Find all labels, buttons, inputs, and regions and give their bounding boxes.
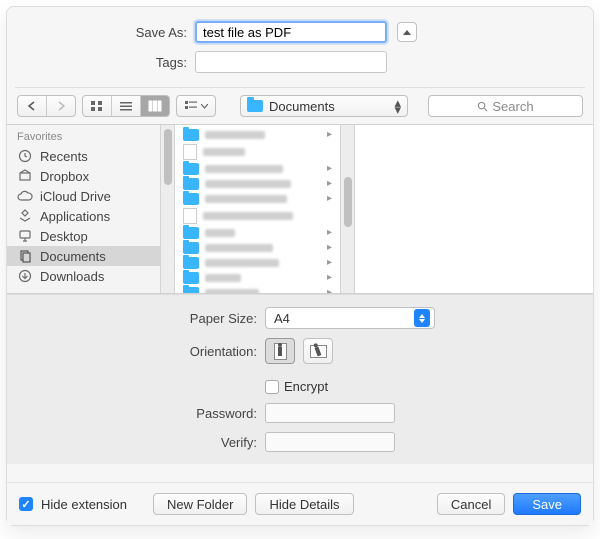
column-1: ▸ ▸ ▸ ▸ ▸ ▸ ▸ ▸ ▸ [175,125,341,293]
password-label: Password: [17,406,265,421]
sidebar-item-downloads[interactable]: Downloads [7,266,160,286]
cancel-button[interactable]: Cancel [437,493,505,515]
folder-icon [183,272,199,284]
save-as-label: Save As: [17,25,195,40]
sidebar-item-applications[interactable]: Applications [7,206,160,226]
folder-icon [247,100,263,112]
hide-details-button[interactable]: Hide Details [255,493,353,515]
sidebar-item-documents[interactable]: Documents [7,246,160,266]
icon-view-button[interactable] [83,96,112,116]
sidebar: Favorites Recents Dropbox iCloud Drive A… [7,125,161,293]
path-label: Documents [269,99,388,114]
cloud-icon [17,189,33,203]
hide-extension-checkbox[interactable] [19,497,33,511]
orientation-portrait-button[interactable] [265,338,295,364]
toolbar: Documents ▴▾ Search [7,88,593,124]
folder-icon [183,193,199,205]
list-item[interactable]: ▸ [175,176,340,191]
file-icon [183,144,197,160]
sidebar-scrollbar[interactable] [161,125,175,293]
save-dialog: Save As: Tags: [6,6,594,526]
tags-label: Tags: [17,55,195,70]
stepper-icon: ▴▾ [394,99,401,113]
verify-label: Verify: [17,435,265,450]
apps-icon [17,209,33,223]
downloads-icon [17,269,33,283]
landscape-icon [310,345,327,358]
save-button[interactable]: Save [513,493,581,515]
orientation-label: Orientation: [17,344,265,359]
folder-icon [183,257,199,269]
list-item[interactable]: ▸ [175,191,340,206]
box-icon [17,169,33,183]
back-button[interactable] [18,96,47,116]
bottom-bar: Hide extension New Folder Hide Details C… [7,482,593,525]
list-view-button[interactable] [112,96,141,116]
new-folder-button[interactable]: New Folder [153,493,247,515]
top-section: Save As: Tags: [7,7,593,87]
sidebar-item-icloud[interactable]: iCloud Drive [7,186,160,206]
column-view-button[interactable] [141,96,169,116]
sidebar-header: Favorites [7,129,160,146]
paper-size-label: Paper Size: [17,311,265,326]
list-item[interactable]: ▸ [175,225,340,240]
sidebar-item-recents[interactable]: Recents [7,146,160,166]
column-scrollbar[interactable] [341,125,355,293]
desktop-icon [17,229,33,243]
paper-size-select[interactable]: A4 [265,307,435,329]
list-item[interactable]: ▸ [175,255,340,270]
folder-icon [183,129,199,141]
clock-icon [17,149,33,163]
folder-icon [183,163,199,175]
sidebar-item-dropbox[interactable]: Dropbox [7,166,160,186]
list-item[interactable]: ▸ [175,270,340,285]
folder-icon [183,178,199,190]
password-input[interactable] [265,403,395,423]
chevron-up-icon [403,30,411,35]
file-browser: Favorites Recents Dropbox iCloud Drive A… [7,124,593,294]
view-segment [82,95,170,117]
chevron-down-icon [201,104,208,109]
folder-icon [183,242,199,254]
hide-extension-label: Hide extension [41,497,127,512]
portrait-icon [274,343,287,360]
list-item[interactable]: ▸ [175,240,340,255]
options-panel: Paper Size: A4 Orientation: Encrypt [7,294,593,464]
verify-input[interactable] [265,432,395,452]
list-item[interactable]: ▸ [175,161,340,176]
folder-icon [183,227,199,239]
file-icon [183,208,197,224]
nav-segment [17,95,76,117]
forward-button[interactable] [47,96,75,116]
list-item[interactable]: ▸ [175,285,340,293]
folder-icon [183,287,199,294]
group-button[interactable] [177,96,215,116]
encrypt-checkbox[interactable] [265,380,279,394]
search-icon [477,101,488,112]
group-segment [176,95,216,117]
list-item[interactable] [175,142,340,161]
save-as-input[interactable] [195,21,387,43]
search-input[interactable]: Search [428,95,583,117]
column-2[interactable] [355,125,593,293]
list-item[interactable] [175,206,340,225]
sidebar-item-desktop[interactable]: Desktop [7,226,160,246]
orientation-landscape-button[interactable] [303,338,333,364]
tags-input[interactable] [195,51,387,73]
path-popup[interactable]: Documents ▴▾ [240,95,408,117]
collapse-button[interactable] [397,22,417,42]
list-item[interactable]: ▸ [175,127,340,142]
stepper-icon [414,309,430,327]
encrypt-label: Encrypt [284,379,328,394]
documents-icon [17,249,33,263]
